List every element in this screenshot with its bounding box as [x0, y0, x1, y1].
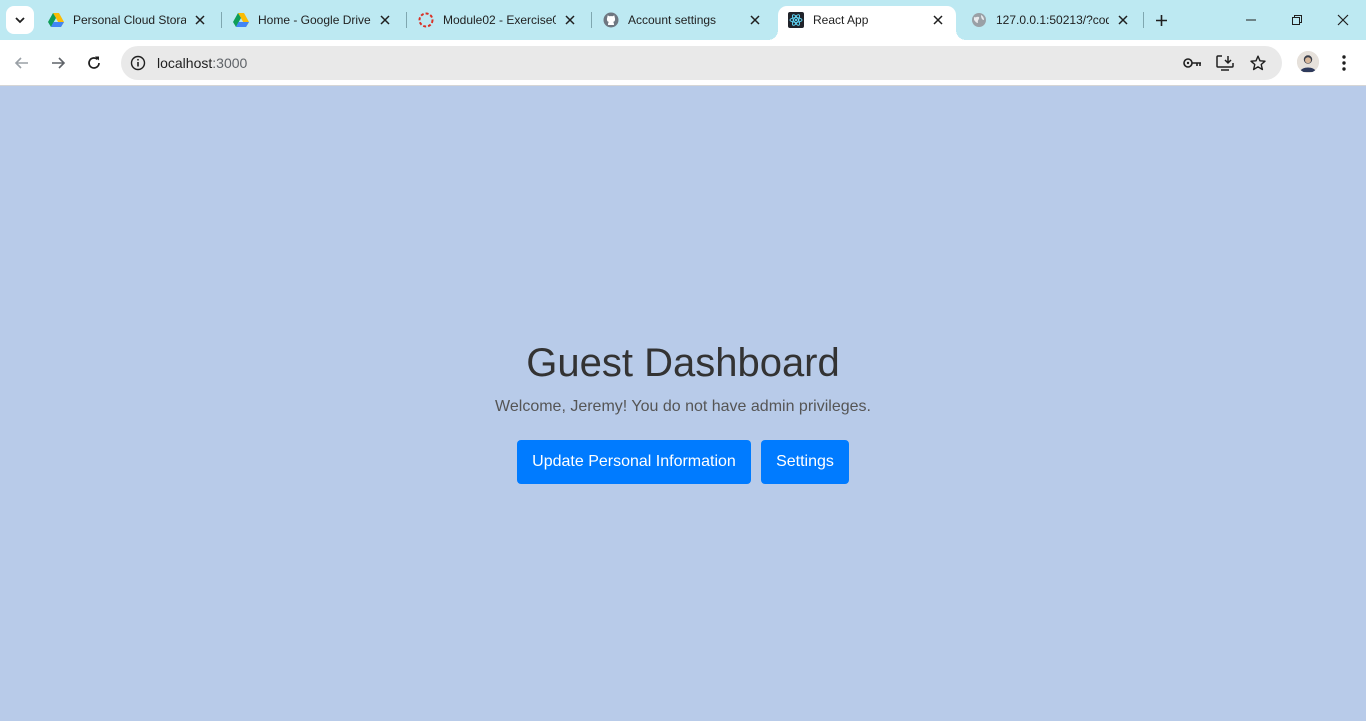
update-personal-information-button[interactable]: Update Personal Information — [517, 440, 751, 484]
github-icon — [603, 12, 619, 28]
close-icon[interactable] — [377, 12, 393, 28]
tab-separator — [1143, 12, 1144, 28]
react-icon — [788, 12, 804, 28]
restore-icon — [1292, 15, 1302, 25]
google-drive-icon — [48, 12, 64, 28]
minimize-icon — [1246, 19, 1256, 21]
tab-title: Account settings — [628, 13, 717, 27]
install-app-icon[interactable] — [1215, 53, 1235, 73]
tab-react-app[interactable]: React App — [768, 6, 966, 40]
bookmark-star-icon[interactable] — [1248, 53, 1268, 73]
welcome-message: Welcome, Jeremy! You do not have admin p… — [495, 398, 871, 415]
browser-menu-button[interactable] — [1333, 50, 1355, 76]
tab-strip: Personal Cloud Storage Home - Google Dri… — [0, 0, 1366, 40]
tab-title: React App — [813, 13, 869, 27]
site-info-icon[interactable] — [129, 54, 147, 72]
close-icon[interactable] — [192, 12, 208, 28]
tab-home-google-drive[interactable]: Home - Google Drive — [223, 6, 403, 34]
arrow-left-icon — [14, 57, 28, 69]
tab-title: 127.0.0.1:50213/?code — [996, 13, 1109, 27]
back-button[interactable] — [8, 49, 36, 77]
tab-separator — [406, 12, 407, 28]
page-title: Guest Dashboard — [526, 341, 840, 385]
settings-button[interactable]: Settings — [761, 440, 849, 484]
chevron-down-icon — [15, 17, 25, 24]
forward-button[interactable] — [44, 49, 72, 77]
loading-spinner-icon — [418, 12, 434, 28]
arrow-right-icon — [52, 57, 66, 69]
close-window-button[interactable] — [1320, 0, 1366, 40]
google-drive-icon — [233, 12, 249, 28]
tab-account-settings[interactable]: Account settings — [593, 6, 773, 34]
tab-localhost-callback[interactable]: 127.0.0.1:50213/?code — [961, 6, 1141, 34]
plus-icon — [1155, 14, 1167, 26]
address-url[interactable]: localhost:3000 — [157, 55, 247, 71]
tab-title: Module02 - Exercise01 — [443, 13, 556, 27]
browser-toolbar: localhost:3000 — [0, 40, 1366, 86]
globe-icon — [971, 12, 987, 28]
reload-icon — [88, 56, 100, 69]
address-bar[interactable]: localhost:3000 — [121, 46, 1282, 80]
reload-button[interactable] — [80, 49, 108, 77]
restore-button[interactable] — [1274, 0, 1320, 40]
address-port: :3000 — [212, 55, 248, 71]
tab-title: Personal Cloud Storage — [73, 13, 186, 27]
page-content: Guest Dashboard Welcome, Jeremy! You do … — [0, 87, 1366, 721]
password-key-icon[interactable] — [1183, 53, 1203, 73]
new-tab-button[interactable] — [1150, 9, 1172, 31]
profile-avatar[interactable] — [1297, 51, 1319, 73]
close-icon[interactable] — [930, 12, 946, 28]
minimize-button[interactable] — [1228, 0, 1274, 40]
close-icon[interactable] — [747, 12, 763, 28]
tab-search-button[interactable] — [6, 6, 34, 34]
tab-module02-exercise[interactable]: Module02 - Exercise01 — [408, 6, 588, 34]
close-icon — [1337, 14, 1349, 26]
tab-separator — [221, 12, 222, 28]
tab-personal-cloud-storage[interactable]: Personal Cloud Storage — [38, 6, 218, 34]
address-host: localhost — [157, 55, 213, 71]
close-icon[interactable] — [562, 12, 578, 28]
tab-title: Home - Google Drive — [258, 13, 371, 27]
tab-separator — [591, 12, 592, 28]
close-icon[interactable] — [1115, 12, 1131, 28]
more-vert-icon — [1342, 55, 1346, 71]
